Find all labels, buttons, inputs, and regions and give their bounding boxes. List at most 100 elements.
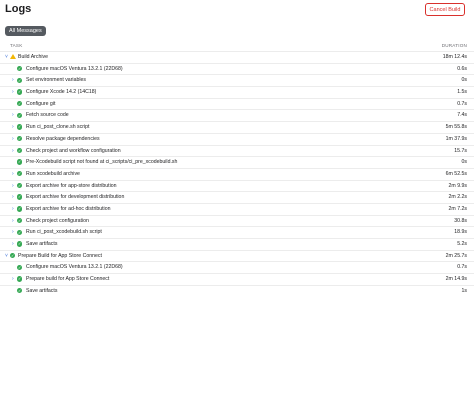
- task-label: Check project and workflow configuration: [26, 147, 121, 154]
- task-label: Save artifacts: [26, 287, 58, 294]
- task-row[interactable]: › ✓ Check project configuration 30.8s: [0, 214, 474, 227]
- task-duration: 1m 37.9s: [445, 135, 467, 142]
- task-row[interactable]: › ✓ Save artifacts 5.2s: [0, 238, 474, 250]
- task-row[interactable]: ✓ Configure git 0.7s: [0, 97, 474, 110]
- task-row[interactable]: › ✓ Export archive for development distrib…: [0, 191, 474, 203]
- task-row[interactable]: › ✓ Configure Xcode 14.2 (14C18) 1.5s: [0, 86, 474, 98]
- task-duration: 1s: [461, 287, 467, 294]
- chevron-right-icon[interactable]: ›: [12, 206, 16, 211]
- task-column-header: TASK: [10, 43, 23, 48]
- task-group-row[interactable]: ˅ ✓ Prepare Build for App Store Connect 2m …: [0, 249, 474, 262]
- task-label: Resolve package dependencies: [26, 135, 100, 142]
- task-label: Run ci_post_xcodebuild.sh script: [26, 229, 102, 236]
- success-check-icon: ✓: [17, 77, 23, 83]
- task-label: Export archive for ad-hoc distribution: [26, 205, 111, 212]
- success-check-icon: ✓: [17, 206, 23, 212]
- task-row[interactable]: › ✓ Resolve package dependencies 1m 37.9s: [0, 132, 474, 145]
- chevron-right-icon[interactable]: ›: [12, 90, 16, 95]
- task-duration: 18.9s: [454, 229, 467, 236]
- success-check-icon: ✓: [17, 112, 23, 119]
- chevron-down-icon[interactable]: ˅: [5, 253, 9, 258]
- chevron-right-icon[interactable]: ›: [12, 218, 16, 223]
- chevron-down-icon[interactable]: ˅: [5, 55, 9, 60]
- chevron-right-icon[interactable]: ›: [12, 230, 16, 235]
- task-duration: 2m 9.9s: [448, 182, 467, 189]
- task-label: Pre-Xcodebuild script not found at ci_sc…: [26, 159, 178, 166]
- task-duration: 6m 52.5s: [445, 170, 467, 177]
- chevron-right-icon[interactable]: ›: [12, 113, 16, 118]
- cancel-build-button[interactable]: Cancel Build: [425, 3, 465, 16]
- header-bar: Logs Cancel Build: [0, 0, 474, 22]
- task-duration: 2m 2.2s: [448, 194, 467, 201]
- task-row[interactable]: › ✓ Run ci_post_clone.sh script 5m 55.8s: [0, 121, 474, 133]
- task-row[interactable]: › ✓ Run ci_post_xcodebuild.sh script 18.9s: [0, 226, 474, 238]
- task-row[interactable]: › ✓ Fetch source code 7.4s: [0, 109, 474, 121]
- task-group-row[interactable]: ˅ Build Archive 18m 12.4s: [0, 51, 474, 63]
- task-label: Build Archive: [18, 54, 48, 60]
- task-duration: 15.7s: [454, 147, 467, 154]
- task-duration: 2m 7.2s: [448, 205, 467, 212]
- success-check-icon: ✓: [17, 171, 23, 177]
- task-label: Configure macOS Ventura 13.2.1 (22D68): [26, 65, 123, 72]
- task-label: Check project configuration: [26, 217, 89, 224]
- task-row[interactable]: ✓ Pre-Xcodebuild script not found at ci_s…: [0, 156, 474, 168]
- task-duration: 2m 25.7s: [445, 252, 467, 259]
- success-check-icon: ✓: [17, 287, 23, 294]
- chevron-right-icon[interactable]: ›: [12, 125, 16, 130]
- task-duration: 30.8s: [454, 217, 467, 224]
- task-label: Export archive for development distribut…: [26, 194, 125, 201]
- task-row[interactable]: › ✓ Set environment variables 0s: [0, 74, 474, 86]
- success-check-icon: ✓: [17, 241, 23, 247]
- success-check-icon: ✓: [17, 229, 23, 235]
- task-duration: 5.2s: [457, 241, 467, 247]
- task-label: Configure macOS Ventura 13.2.1 (22D68): [26, 264, 123, 271]
- page-title: Logs: [5, 3, 32, 15]
- task-duration: 7.4s: [457, 112, 467, 119]
- log-task-list: ˅ Build Archive 18m 12.4s ✓ Configure macOS …: [0, 51, 474, 296]
- chevron-right-icon[interactable]: ›: [12, 148, 16, 153]
- task-label: Fetch source code: [26, 112, 69, 119]
- task-row[interactable]: ✓ Configure macOS Ventura 13.2.1 (22D68) 0…: [0, 62, 474, 75]
- all-messages-filter[interactable]: All Messages: [5, 26, 46, 36]
- task-row[interactable]: › ✓ Prepare build for App Store Connect 2m …: [0, 273, 474, 285]
- task-row[interactable]: › ✓ Check project and workflow configurati…: [0, 144, 474, 157]
- task-duration: 18m 12.4s: [442, 54, 467, 60]
- chevron-right-icon[interactable]: ›: [12, 171, 16, 176]
- duration-column-header: DURATION: [441, 43, 467, 48]
- success-check-icon: ✓: [17, 276, 23, 282]
- task-row[interactable]: ✓ Configure macOS Ventura 13.2.1 (22D68) 0…: [0, 261, 474, 273]
- chevron-right-icon[interactable]: ›: [12, 78, 16, 83]
- task-label: Configure Xcode 14.2 (14C18): [26, 89, 97, 96]
- chevron-right-icon[interactable]: ›: [12, 277, 16, 282]
- task-duration: 2m 14.9s: [445, 276, 467, 283]
- task-duration: 0.7s: [457, 264, 467, 271]
- task-label: Save artifacts: [26, 241, 58, 247]
- success-check-icon: ✓: [17, 100, 23, 107]
- task-label: Prepare build for App Store Connect: [26, 276, 110, 283]
- chevron-right-icon[interactable]: ›: [12, 136, 16, 141]
- task-label: Run xcodebuild archive: [26, 170, 80, 177]
- task-label: Export archive for app-store distributio…: [26, 182, 117, 189]
- chevron-right-icon[interactable]: ›: [12, 195, 16, 200]
- task-duration: 1.5s: [457, 89, 467, 96]
- task-duration: 5m 55.8s: [445, 124, 467, 131]
- task-label: Prepare Build for App Store Connect: [18, 252, 102, 259]
- task-row[interactable]: ✓ Save artifacts 1s: [0, 284, 474, 297]
- success-check-icon: ✓: [17, 194, 23, 200]
- task-label: Set environment variables: [26, 77, 86, 84]
- task-duration: 0s: [461, 77, 467, 84]
- success-check-icon: ✓: [17, 264, 23, 270]
- task-row[interactable]: › ✓ Export archive for app-store distribut…: [0, 179, 474, 192]
- success-check-icon: ✓: [17, 217, 23, 224]
- chevron-right-icon[interactable]: ›: [12, 183, 16, 188]
- success-check-icon: ✓: [17, 124, 23, 130]
- task-row[interactable]: › ✓ Run xcodebuild archive 6m 52.5s: [0, 167, 474, 180]
- success-check-icon: ✓: [17, 65, 23, 72]
- task-duration: 0s: [461, 159, 467, 166]
- success-check-icon: ✓: [17, 89, 23, 95]
- success-check-icon: ✓: [17, 147, 23, 154]
- chevron-right-icon[interactable]: ›: [12, 242, 16, 247]
- success-check-icon: ✓: [17, 182, 23, 189]
- task-row[interactable]: › ✓ Export archive for ad-hoc distribution…: [0, 202, 474, 215]
- warning-icon: [10, 54, 16, 59]
